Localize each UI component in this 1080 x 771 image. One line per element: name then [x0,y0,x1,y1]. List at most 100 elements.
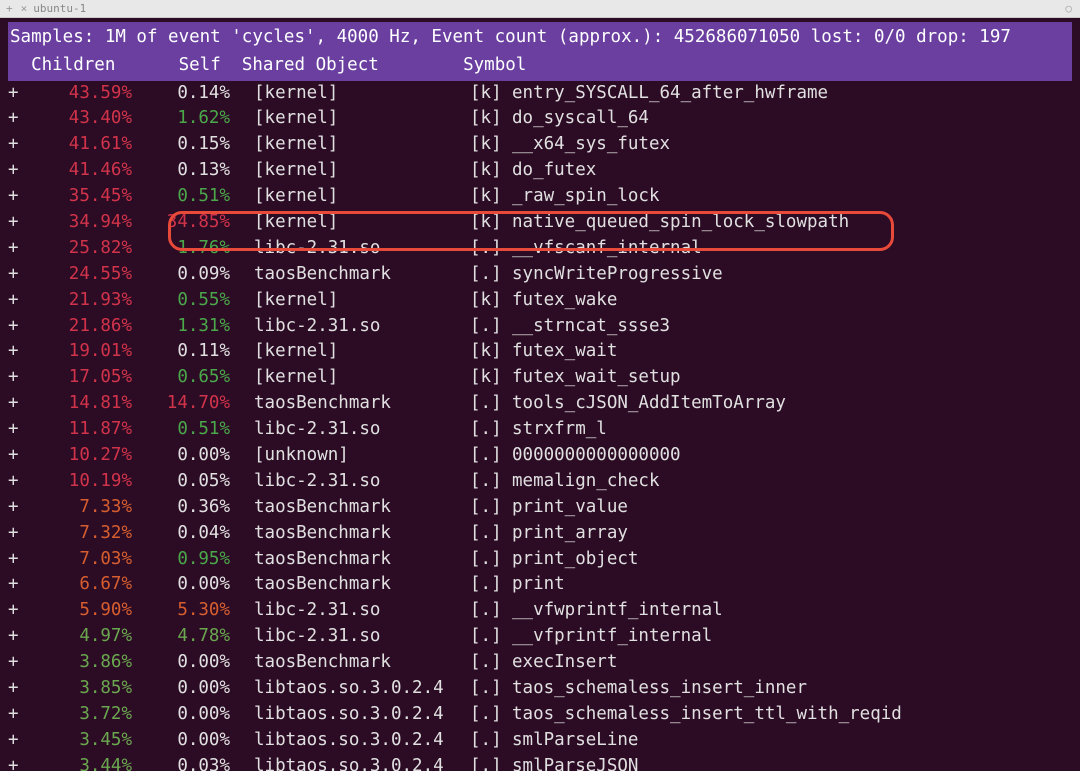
shared-object: libc-2.31.so [254,236,470,262]
perf-row[interactable]: +14.81%14.70% taosBenchmark[.]tools_cJSO… [8,391,1072,417]
expand-icon[interactable]: + [8,184,22,210]
perf-row[interactable]: +6.67%0.00% taosBenchmark[.]print [8,572,1072,598]
expand-icon[interactable]: + [8,132,22,158]
expand-icon[interactable]: + [8,314,22,340]
children-percent: 43.40% [22,106,136,132]
perf-row[interactable]: +7.32%0.04% taosBenchmark[.]print_array [8,521,1072,547]
symbol-type: [.] [470,650,512,676]
shared-object: taosBenchmark [254,391,470,417]
perf-row[interactable]: +3.45%0.00% libtaos.so.3.0.2.4[.]smlPars… [8,728,1072,754]
symbol-name: memalign_check [512,469,660,495]
tab-add-icon[interactable]: + [6,2,13,15]
tab-title[interactable]: ubuntu-1 [33,2,86,15]
perf-row[interactable]: +3.86%0.00% taosBenchmark[.]execInsert [8,650,1072,676]
symbol-type: [.] [470,702,512,728]
children-percent: 41.61% [22,132,136,158]
expand-icon[interactable]: + [8,728,22,754]
symbol-type: [k] [470,365,512,391]
perf-row[interactable]: +11.87%0.51% libc-2.31.so[.]strxfrm_l [8,417,1072,443]
perf-row[interactable]: +10.27%0.00% [unknown][.]000000000000000… [8,443,1072,469]
symbol-name: execInsert [512,650,617,676]
symbol-type: [k] [470,158,512,184]
expand-icon[interactable]: + [8,521,22,547]
perf-row[interactable]: +5.90%5.30% libc-2.31.so[.]__vfwprintf_i… [8,598,1072,624]
perf-row[interactable]: +21.86%1.31% libc-2.31.so[.]__strncat_ss… [8,314,1072,340]
self-percent: 0.03% [136,754,234,771]
shared-object: taosBenchmark [254,572,470,598]
expand-icon[interactable]: + [8,236,22,262]
expand-icon[interactable]: + [8,210,22,236]
shared-object: [kernel] [254,132,470,158]
expand-icon[interactable]: + [8,495,22,521]
perf-row[interactable]: +25.82%1.76% libc-2.31.so[.]__vfscanf_in… [8,236,1072,262]
perf-row[interactable]: +3.85%0.00% libtaos.so.3.0.2.4[.]taos_sc… [8,676,1072,702]
expand-icon[interactable]: + [8,572,22,598]
perf-row[interactable]: +7.33%0.36% taosBenchmark[.]print_value [8,495,1072,521]
symbol-name: __strncat_ssse3 [512,314,670,340]
shared-object: libtaos.so.3.0.2.4 [254,728,470,754]
symbol-type: [k] [470,106,512,132]
expand-icon[interactable]: + [8,754,22,771]
self-percent: 0.13% [136,158,234,184]
shared-object: taosBenchmark [254,262,470,288]
symbol-type: [.] [470,417,512,443]
symbol-name: syncWriteProgressive [512,262,723,288]
perf-row[interactable]: +41.61%0.15% [kernel][k]__x64_sys_futex [8,132,1072,158]
perf-row[interactable]: +41.46%0.13% [kernel][k]do_futex [8,158,1072,184]
self-percent: 4.78% [136,624,234,650]
perf-row[interactable]: +3.44%0.03% libtaos.so.3.0.2.4[.]smlPars… [8,754,1072,771]
expand-icon[interactable]: + [8,81,22,107]
expand-icon[interactable]: + [8,702,22,728]
expand-icon[interactable]: + [8,443,22,469]
expand-icon[interactable]: + [8,262,22,288]
perf-row[interactable]: +35.45%0.51% [kernel][k]_raw_spin_lock [8,184,1072,210]
symbol-name: print [512,572,565,598]
expand-icon[interactable]: + [8,417,22,443]
expand-icon[interactable]: + [8,650,22,676]
terminal-view[interactable]: Samples: 1M of event 'cycles', 4000 Hz, … [0,18,1080,771]
self-percent: 0.55% [136,288,234,314]
symbol-type: [.] [470,469,512,495]
perf-row[interactable]: +24.55%0.09% taosBenchmark[.]syncWritePr… [8,262,1072,288]
children-percent: 17.05% [22,365,136,391]
perf-row[interactable]: +21.93%0.55% [kernel][k]futex_wake [8,288,1072,314]
expand-icon[interactable]: + [8,676,22,702]
perf-row[interactable]: +4.97%4.78% libc-2.31.so[.]__vfprintf_in… [8,624,1072,650]
perf-row[interactable]: +34.94%34.85% [kernel][k]native_queued_s… [8,210,1072,236]
expand-icon[interactable]: + [8,158,22,184]
perf-row[interactable]: +3.72%0.00% libtaos.so.3.0.2.4[.]taos_sc… [8,702,1072,728]
symbol-name: taos_schemaless_insert_ttl_with_reqid [512,702,902,728]
children-percent: 34.94% [22,210,136,236]
window-menu-icon[interactable]: ○ [1065,2,1072,15]
expand-icon[interactable]: + [8,339,22,365]
expand-icon[interactable]: + [8,624,22,650]
tab-close-icon[interactable]: × [21,2,28,15]
expand-icon[interactable]: + [8,391,22,417]
shared-object: libtaos.so.3.0.2.4 [254,702,470,728]
perf-row[interactable]: +19.01%0.11% [kernel][k]futex_wait [8,339,1072,365]
expand-icon[interactable]: + [8,598,22,624]
children-percent: 7.32% [22,521,136,547]
expand-icon[interactable]: + [8,547,22,573]
self-percent: 5.30% [136,598,234,624]
perf-row[interactable]: +43.40%1.62% [kernel][k]do_syscall_64 [8,106,1072,132]
self-percent: 0.51% [136,417,234,443]
children-percent: 11.87% [22,417,136,443]
children-percent: 7.03% [22,547,136,573]
expand-icon[interactable]: + [8,469,22,495]
self-percent: 0.04% [136,521,234,547]
self-percent: 1.62% [136,106,234,132]
children-percent: 3.44% [22,754,136,771]
expand-icon[interactable]: + [8,106,22,132]
perf-row[interactable]: +17.05%0.65% [kernel][k]futex_wait_setup [8,365,1072,391]
symbol-type: [.] [470,676,512,702]
self-percent: 0.00% [136,702,234,728]
perf-row[interactable]: +43.59%0.14% [kernel][k]entry_SYSCALL_64… [8,81,1072,107]
perf-row[interactable]: +7.03%0.95% taosBenchmark[.]print_object [8,547,1072,573]
perf-row[interactable]: +10.19%0.05% libc-2.31.so[.]memalign_che… [8,469,1072,495]
children-percent: 10.19% [22,469,136,495]
symbol-type: [.] [470,547,512,573]
expand-icon[interactable]: + [8,365,22,391]
expand-icon[interactable]: + [8,288,22,314]
perf-header-stats: Samples: 1M of event 'cycles', 4000 Hz, … [8,22,1072,52]
